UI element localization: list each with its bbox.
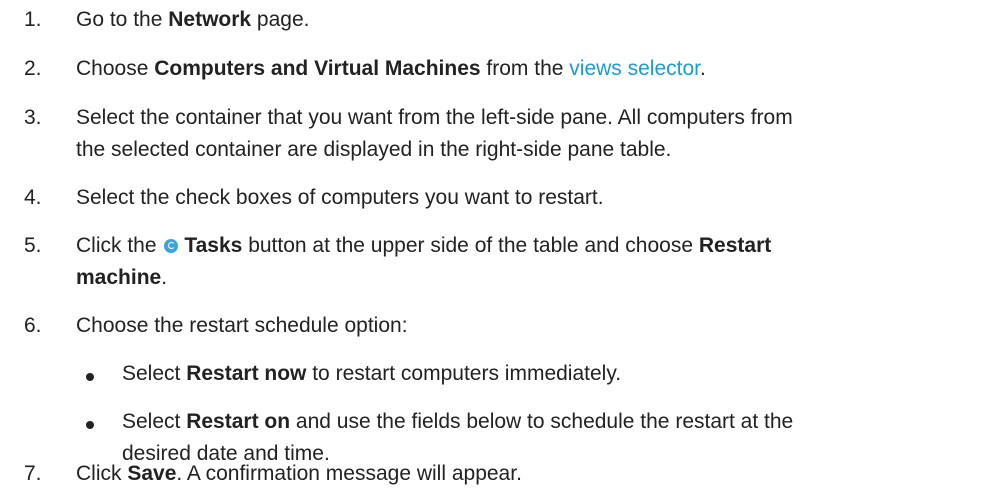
- option-text: Select Restart now to restart computers …: [122, 358, 987, 390]
- step-2: 2. Choose Computers and Virtual Machines…: [24, 53, 987, 85]
- step-number: 3.: [24, 106, 42, 129]
- step-text: Click Save. A confirmation message will …: [76, 458, 987, 490]
- text: Select: [122, 362, 187, 385]
- step-text: Choose the restart schedule option:: [76, 314, 408, 337]
- text: button at the upper side of the table an…: [242, 234, 699, 257]
- step-number: 4.: [24, 186, 42, 209]
- bullet-icon: [86, 421, 94, 429]
- text: .: [161, 266, 168, 289]
- step-text-line-2: the selected container are displayed in …: [76, 138, 672, 161]
- step-6: 6. Choose the restart schedule option:: [24, 310, 987, 342]
- step-text-line-2: machine.: [76, 262, 987, 294]
- tasks-icon: [164, 239, 179, 253]
- step-number: 6.: [24, 314, 42, 337]
- step-text: Choose Computers and Virtual Machines fr…: [76, 53, 987, 85]
- option-text: Select Restart on and use the fields bel…: [122, 406, 987, 438]
- step-5: 5. Click the Tasks button at the upper s…: [24, 230, 987, 294]
- sub-option-restart-now: Select Restart now to restart computers …: [76, 358, 987, 390]
- text: Click: [76, 462, 128, 485]
- step-3: 3. Select the container that you want fr…: [24, 102, 987, 166]
- bullet-icon: [86, 373, 94, 381]
- step-7: 7. Click Save. A confirmation message wi…: [24, 458, 987, 490]
- text: page.: [251, 8, 310, 31]
- step-text: Select the check boxes of computers you …: [76, 186, 604, 209]
- text: . A confirmation message will appear.: [176, 462, 522, 485]
- bold-term: Restart on: [186, 410, 291, 433]
- bold-term: Computers and Virtual Machines: [154, 57, 481, 80]
- bold-term: Tasks: [184, 234, 243, 257]
- text: Click the: [76, 234, 163, 257]
- text: .: [700, 57, 706, 80]
- step-4: 4. Select the check boxes of computers y…: [24, 182, 987, 214]
- step-number: 1.: [24, 8, 42, 31]
- step-text: Go to the Network page.: [76, 4, 987, 36]
- step-text-line-1: Select the container that you want from …: [76, 106, 793, 129]
- text: from the: [480, 57, 570, 80]
- views-selector-link[interactable]: views selector: [569, 57, 700, 80]
- step-number: 2.: [24, 57, 42, 80]
- procedure-page: 1. Go to the Network page. 2. Choose Com…: [0, 0, 987, 493]
- text: Go to the: [76, 8, 169, 31]
- bold-term: Restart: [698, 234, 772, 257]
- text: to restart computers immediately.: [306, 362, 622, 385]
- text: Choose: [76, 57, 155, 80]
- step-text: Click the Tasks button at the upper side…: [76, 230, 987, 262]
- text: Select: [122, 410, 187, 433]
- bold-term: Save: [127, 462, 177, 485]
- step-number: 7.: [24, 462, 42, 485]
- text: and use the fields below to schedule the…: [290, 410, 794, 433]
- step-number: 5.: [24, 234, 42, 257]
- bold-term: Network: [168, 8, 252, 31]
- step-1: 1. Go to the Network page.: [24, 4, 987, 36]
- bold-term: machine: [76, 266, 162, 289]
- bold-term: Restart now: [186, 362, 307, 385]
